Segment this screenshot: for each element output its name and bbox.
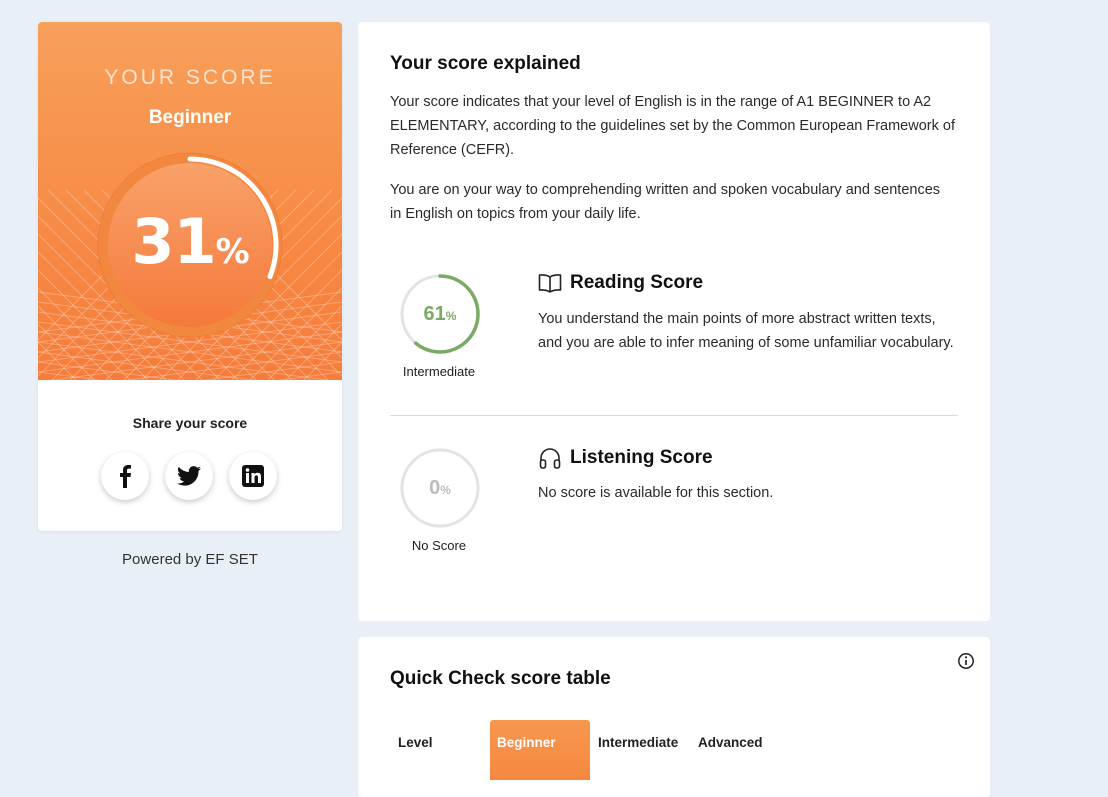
listening-score-title: Listening Score: [538, 446, 713, 470]
explain-paragraph-2: You are on your way to comprehending wri…: [390, 182, 941, 222]
reading-level: Intermediate: [402, 364, 476, 379]
twitter-share-button[interactable]: [165, 452, 213, 500]
facebook-icon: [120, 465, 131, 488]
linkedin-share-button[interactable]: [229, 452, 277, 500]
score-table-title: Quick Check score table: [390, 668, 611, 689]
section-divider: [390, 415, 958, 416]
score-hero: YOUR SCORE Beginner 31%: [38, 22, 342, 380]
score-table-card: Quick Check score table Level Beginner I…: [358, 637, 990, 797]
explain-paragraph-1: Your score indicates that your level of …: [390, 94, 955, 158]
book-icon: [538, 274, 562, 293]
reading-score-label: Reading Score: [570, 272, 704, 293]
powered-by: Powered by EF SET: [122, 551, 258, 568]
reading-score-percentage: 61%: [400, 302, 480, 328]
reading-score-description: You understand the main points of more a…: [538, 311, 954, 351]
info-icon[interactable]: [957, 652, 975, 670]
score-ring: [97, 152, 283, 338]
listening-score-label: Listening Score: [570, 447, 713, 468]
score-percentage: 31%: [98, 207, 282, 287]
listening-level: No Score: [411, 538, 467, 553]
reading-score-value: 61: [423, 303, 446, 325]
facebook-share-button[interactable]: [101, 452, 149, 500]
table-header-intermediate: Intermediate: [598, 735, 679, 750]
headphones-icon: [539, 448, 561, 469]
explain-title: Your score explained: [390, 53, 581, 74]
listening-score-percentage: 0%: [400, 476, 480, 502]
table-header-advanced: Advanced: [698, 735, 763, 750]
table-header-beginner: Beginner: [490, 720, 590, 780]
linkedin-icon: [242, 465, 264, 487]
listening-percent-sign: %: [440, 483, 451, 497]
score-explained-card: Your score explained Your score indicate…: [358, 22, 990, 621]
score-card: YOUR SCORE Beginner 31% Share your score: [38, 22, 342, 531]
score-percent-sign: %: [215, 232, 250, 272]
listening-score-description: No score is available for this section.: [538, 485, 774, 501]
score-value: 31: [131, 205, 216, 278]
reading-score-title: Reading Score: [538, 272, 703, 294]
table-header-level: Level: [398, 735, 433, 750]
share-title: Share your score: [132, 415, 248, 431]
reading-percent-sign: %: [445, 309, 457, 323]
listening-score-value: 0: [429, 477, 441, 499]
twitter-icon: [177, 466, 201, 486]
